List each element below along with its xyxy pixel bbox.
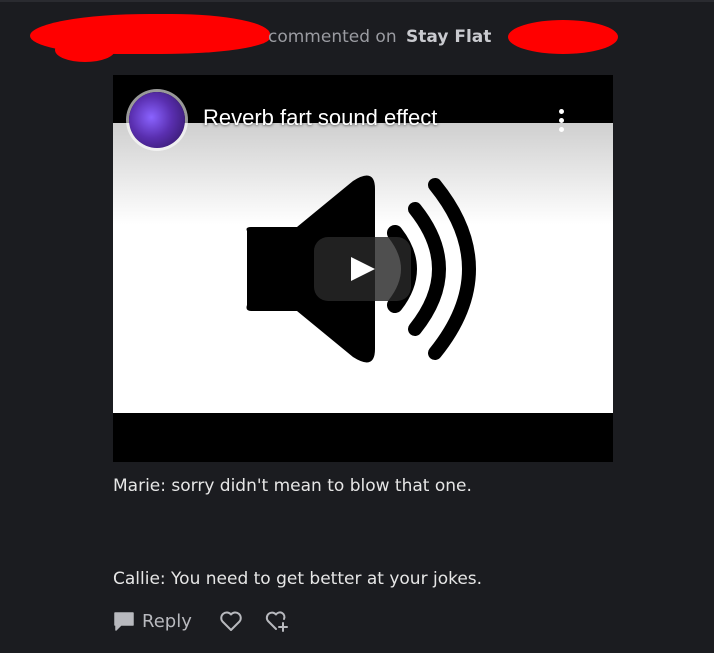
comment-header: commented on Stay Flat: [0, 0, 714, 70]
group-link[interactable]: Stay Flat: [406, 27, 491, 47]
redacted-username-tail: [55, 38, 115, 62]
like-button[interactable]: [219, 610, 243, 632]
comment-text-line: Callie: You need to get better at your j…: [113, 569, 483, 589]
heart-plus-icon: [265, 611, 288, 632]
kebab-menu-icon[interactable]: [551, 109, 571, 137]
comment-actions: Reply: [113, 608, 291, 634]
heart-icon: [220, 611, 242, 631]
comment-text-line: Marie: sorry didn't mean to blow that on…: [113, 476, 472, 496]
channel-avatar[interactable]: [129, 92, 185, 148]
comment-context: commented on Stay Flat: [268, 27, 491, 47]
speech-bubble-icon: [114, 612, 134, 631]
video-title[interactable]: Reverb fart sound effect: [203, 105, 437, 131]
reply-label: Reply: [142, 610, 192, 632]
action-text: commented on: [268, 27, 397, 47]
react-button[interactable]: [265, 609, 291, 633]
play-button[interactable]: [314, 237, 411, 301]
play-icon: [351, 257, 375, 281]
redacted-timestamp: [508, 20, 618, 54]
video-embed[interactable]: Reverb fart sound effect: [113, 75, 613, 462]
reply-button[interactable]: Reply: [113, 611, 192, 632]
